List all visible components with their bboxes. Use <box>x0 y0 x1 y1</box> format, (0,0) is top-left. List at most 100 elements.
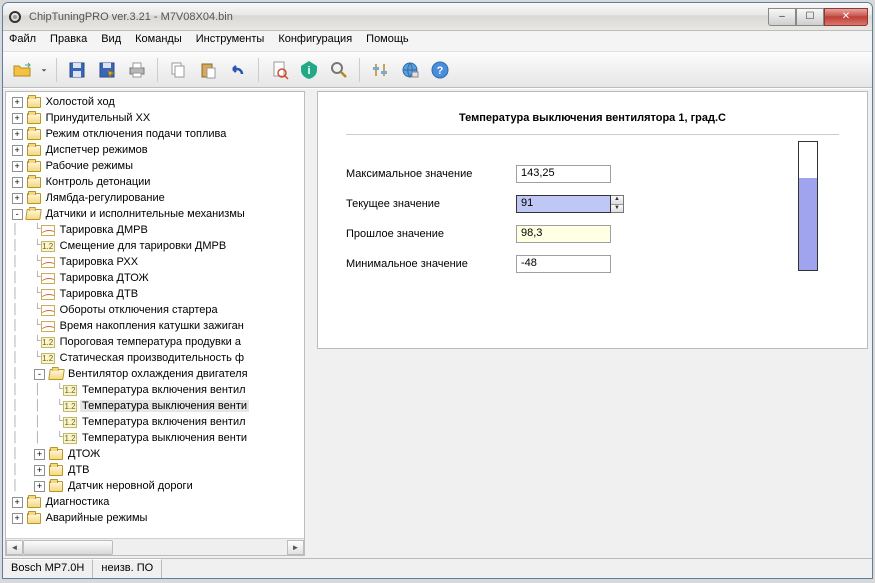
tree-node[interactable]: │ └Тарировка РХХ <box>6 254 304 270</box>
print-button[interactable] <box>124 57 150 83</box>
tree-node[interactable]: + Режим отключения подачи топлива <box>6 126 304 142</box>
expand-toggle[interactable]: + <box>12 113 23 124</box>
curve-icon <box>40 288 56 301</box>
scroll-right-button[interactable]: ► <box>287 540 304 555</box>
menu-commands[interactable]: Команды <box>135 33 182 49</box>
menu-config[interactable]: Конфигурация <box>278 33 352 49</box>
open-dropdown[interactable] <box>39 57 49 83</box>
tree-node[interactable]: │ └1.2Смещение для тарировки ДМРВ <box>6 238 304 254</box>
tree-node[interactable]: -Датчики и исполнительные механизмы <box>6 206 304 222</box>
spin-up-icon[interactable]: ▲ <box>611 196 623 205</box>
tree-node[interactable]: │ └Обороты отключения стартера <box>6 302 304 318</box>
tree-label: ДТВ <box>66 464 92 476</box>
tree-label: Статическая производительность ф <box>58 352 246 364</box>
tree-label: Обороты отключения стартера <box>58 304 220 316</box>
tree-label: Рабочие режимы <box>44 160 135 172</box>
tree-node[interactable]: │ └Тарировка ДТВ <box>6 286 304 302</box>
tree-node[interactable]: + Рабочие режимы <box>6 158 304 174</box>
tree-node[interactable]: +Диспетчер режимов <box>6 142 304 158</box>
expand-toggle[interactable]: + <box>12 193 23 204</box>
expand-toggle[interactable]: - <box>34 369 45 380</box>
expand-toggle[interactable]: + <box>12 161 23 172</box>
expand-toggle[interactable]: - <box>12 209 23 220</box>
scroll-left-button[interactable]: ◄ <box>6 540 23 555</box>
tree-node[interactable]: + Холостой ход <box>6 94 304 110</box>
tree-node[interactable]: +Аварийные режимы <box>6 510 304 526</box>
tree-node[interactable]: │ │ └1.2Температура выключения венти <box>6 398 304 414</box>
close-button[interactable]: ✕ <box>824 8 868 26</box>
menu-view[interactable]: Вид <box>101 33 121 49</box>
scalar-icon: 1.2 <box>40 352 56 365</box>
tree-node[interactable]: │ +Датчик неровной дороги <box>6 478 304 494</box>
tree-label: Принудительный ХХ <box>44 112 153 124</box>
tree-node[interactable]: │ └1.2Статическая производительность ф <box>6 350 304 366</box>
folder-icon <box>26 160 42 173</box>
tree-hscrollbar[interactable]: ◄ ► <box>6 538 304 555</box>
menu-tools[interactable]: Инструменты <box>196 33 265 49</box>
tree-node[interactable]: │ -Вентилятор охлаждения двигателя <box>6 366 304 382</box>
expand-toggle[interactable]: + <box>34 449 45 460</box>
expand-toggle[interactable]: + <box>12 97 23 108</box>
search-button[interactable] <box>326 57 352 83</box>
spin-down-icon[interactable]: ▼ <box>611 205 623 213</box>
save-button[interactable] <box>64 57 90 83</box>
expand-toggle[interactable]: + <box>12 497 23 508</box>
expand-toggle[interactable]: + <box>12 177 23 188</box>
expand-toggle[interactable]: + <box>34 481 45 492</box>
tree-node[interactable]: │ +ДТОЖ <box>6 446 304 462</box>
open-button[interactable] <box>9 57 35 83</box>
scalar-icon: 1.2 <box>40 336 56 349</box>
undo-button[interactable] <box>225 57 251 83</box>
copy-button[interactable] <box>165 57 191 83</box>
tree-label: Температура выключения венти <box>80 432 249 444</box>
folder-icon <box>48 480 64 493</box>
connect-button[interactable] <box>397 57 423 83</box>
tree-label: Режим отключения подачи топлива <box>44 128 229 140</box>
input-current[interactable]: 91 <box>516 195 611 213</box>
divider <box>346 134 839 135</box>
paste-button[interactable] <box>195 57 221 83</box>
tree-label: Тарировка ДТВ <box>58 288 140 300</box>
maximize-button[interactable]: ☐ <box>796 8 824 26</box>
tree-label: Лямбда-регулирование <box>44 192 167 204</box>
expand-toggle[interactable]: + <box>12 129 23 140</box>
tree-node[interactable]: + Принудительный ХХ <box>6 110 304 126</box>
tree-node[interactable]: +Контроль детонации <box>6 174 304 190</box>
tree-label: Диагностика <box>44 496 112 508</box>
tree-view[interactable]: + Холостой ход + Принудительный ХХ + Режим … <box>6 92 304 538</box>
tree-label: Датчик неровной дороги <box>66 480 195 492</box>
tree-node[interactable]: + Диагностика <box>6 494 304 510</box>
tree-node[interactable]: │ └Тарировка ДТОЖ <box>6 270 304 286</box>
scalar-icon: 1.2 <box>62 400 78 413</box>
menu-file[interactable]: Файл <box>9 33 36 49</box>
tree-node[interactable]: │ │ └1.2Температура включения вентил <box>6 414 304 430</box>
tree-node[interactable]: │ └1.2Пороговая температура продувки а <box>6 334 304 350</box>
status-firmware: неизв. ПО <box>93 559 162 578</box>
tree-node[interactable]: + Лямбда-регулирование <box>6 190 304 206</box>
expand-toggle[interactable]: + <box>34 465 45 476</box>
saveas-button[interactable] <box>94 57 120 83</box>
menu-edit[interactable]: Правка <box>50 33 87 49</box>
folder-icon <box>26 112 42 125</box>
value-min: -48 <box>516 255 611 273</box>
settings-button[interactable] <box>367 57 393 83</box>
help-button[interactable]: ? <box>427 57 453 83</box>
tree-node[interactable]: │ │ └1.2Температура включения вентил <box>6 382 304 398</box>
value-gauge <box>798 141 818 271</box>
locate-button[interactable] <box>266 57 292 83</box>
tree-node[interactable]: │ +ДТВ <box>6 462 304 478</box>
expand-toggle[interactable]: + <box>12 145 23 156</box>
curve-icon <box>40 320 56 333</box>
tree-node[interactable]: │ │ └1.2Температура выключения венти <box>6 430 304 446</box>
tree-node[interactable]: │ └Время накопления катушки зажиган <box>6 318 304 334</box>
menu-help[interactable]: Помощь <box>366 33 409 49</box>
tree-label: Холостой ход <box>44 96 117 108</box>
folder-icon <box>26 96 42 109</box>
tree-node[interactable]: │ └Тарировка ДМРВ <box>6 222 304 238</box>
expand-toggle[interactable]: + <box>12 513 23 524</box>
tree-panel: + Холостой ход + Принудительный ХХ + Режим … <box>5 91 305 556</box>
info-button[interactable]: i <box>296 57 322 83</box>
scroll-thumb[interactable] <box>23 540 113 555</box>
spinner-current[interactable]: ▲▼ <box>610 195 624 213</box>
minimize-button[interactable]: – <box>768 8 796 26</box>
